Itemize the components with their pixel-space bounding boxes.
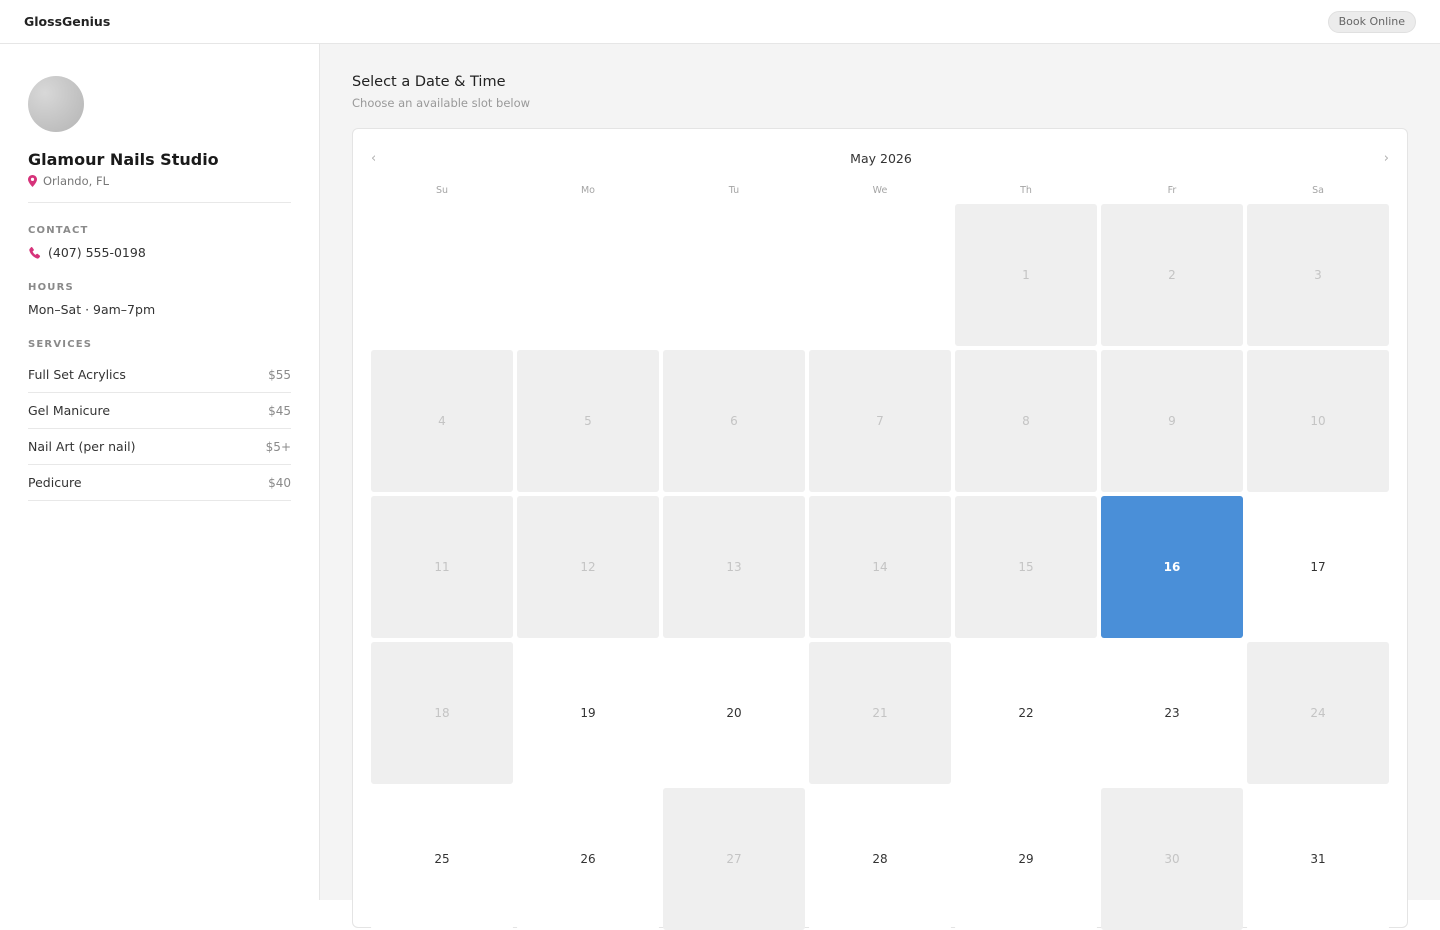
weekday-label: Mo: [580, 185, 595, 196]
weekday-label: Tu: [728, 185, 740, 196]
services-list: Full Set Acrylics $55 Gel Manicure $45 N…: [28, 357, 291, 501]
calendar-day: 30: [1101, 788, 1243, 930]
calendar-day: 10: [1247, 350, 1389, 492]
weekday-label: We: [872, 185, 888, 196]
booking-main: Select a Date & Time Choose an available…: [320, 44, 1440, 930]
calendar-empty-cell: [809, 204, 951, 346]
calendar-empty-cell: [371, 204, 513, 346]
business-sidebar: Glamour Nails Studio Orlando, FL CONTACT…: [0, 44, 320, 900]
service-item[interactable]: Nail Art (per nail) $5+: [28, 429, 291, 465]
calendar-day[interactable]: 29: [955, 788, 1097, 930]
service-name: Pedicure: [28, 475, 82, 490]
service-name: Nail Art (per nail): [28, 439, 136, 454]
page-title: Select a Date & Time: [352, 74, 506, 90]
calendar-day: 5: [517, 350, 659, 492]
calendar-card: ‹ May 2026 › Su Mo Tu We Th Fr Sa 123456…: [352, 128, 1408, 930]
service-price: $5+: [265, 439, 291, 454]
phone-number: (407) 555-0198: [48, 245, 146, 260]
calendar-day: 9: [1101, 350, 1243, 492]
weekday-label: Su: [435, 185, 449, 196]
calendar-empty-cell: [663, 204, 805, 346]
calendar-day[interactable]: 17: [1247, 496, 1389, 638]
page-subtitle: Choose an available slot below: [352, 96, 531, 110]
phone-icon: [29, 246, 41, 259]
services-label: SERVICES: [28, 339, 93, 350]
calendar-day: 7: [809, 350, 951, 492]
calendar-day[interactable]: 20: [663, 642, 805, 784]
calendar-day[interactable]: 25: [371, 788, 513, 930]
calendar-day: 18: [371, 642, 513, 784]
month-label: May 2026: [850, 151, 912, 166]
service-price: $40: [268, 475, 291, 490]
contact-label: CONTACT: [28, 225, 89, 236]
weekday-label: Fr: [1167, 185, 1177, 196]
weekday-label: Th: [1020, 185, 1032, 196]
calendar-day: 12: [517, 496, 659, 638]
calendar-day: 13: [663, 496, 805, 638]
calendar-day: 27: [663, 788, 805, 930]
service-item[interactable]: Pedicure $40: [28, 465, 291, 501]
service-item[interactable]: Full Set Acrylics $55: [28, 357, 291, 393]
book-online-button[interactable]: Book Online: [1327, 11, 1416, 33]
calendar-day[interactable]: 23: [1101, 642, 1243, 784]
weekday-label: Sa: [1312, 185, 1324, 196]
brand-logo[interactable]: GlossGenius: [24, 14, 110, 29]
contact-phone[interactable]: (407) 555-0198: [28, 245, 146, 260]
calendar-day: 15: [955, 496, 1097, 638]
business-avatar: [28, 76, 84, 132]
divider: [28, 202, 291, 203]
weekday-header: Su Mo Tu We Th Fr Sa: [371, 185, 1389, 196]
calendar-day: 1: [955, 204, 1097, 346]
service-price: $55: [268, 367, 291, 382]
calendar-empty-cell: [517, 204, 659, 346]
calendar-day[interactable]: 31: [1247, 788, 1389, 930]
location-pin-icon: [28, 175, 37, 187]
calendar-day[interactable]: 22: [955, 642, 1097, 784]
calendar-day: 2: [1101, 204, 1243, 346]
service-name: Full Set Acrylics: [28, 367, 126, 382]
top-bar: GlossGenius Book Online: [0, 0, 1440, 44]
hours-text: Mon–Sat · 9am–7pm: [28, 302, 156, 317]
location-text: Orlando, FL: [43, 174, 109, 188]
calendar-day: 11: [371, 496, 513, 638]
calendar-day: 4: [371, 350, 513, 492]
service-name: Gel Manicure: [28, 403, 111, 418]
calendar-day: 14: [809, 496, 951, 638]
business-name: Glamour Nails Studio: [28, 150, 219, 169]
calendar-day: 21: [809, 642, 951, 784]
calendar-day[interactable]: 28: [809, 788, 951, 930]
calendar-day[interactable]: 26: [517, 788, 659, 930]
business-location: Orlando, FL: [28, 174, 109, 188]
service-item[interactable]: Gel Manicure $45: [28, 393, 291, 429]
calendar-day-selected[interactable]: 16: [1101, 496, 1243, 638]
calendar-day: 8: [955, 350, 1097, 492]
hours-label: HOURS: [28, 282, 74, 293]
next-month-icon[interactable]: ›: [1384, 151, 1389, 166]
calendar-day: 24: [1247, 642, 1389, 784]
calendar-day[interactable]: 19: [517, 642, 659, 784]
calendar-day: 3: [1247, 204, 1389, 346]
calendar-grid: 1 2 3 4 5 6 7 8 9 10 11 12 13 14 15 16 17 18 19 20 21 22 23 24 2…: [371, 204, 1389, 930]
calendar-day: 6: [663, 350, 805, 492]
service-price: $45: [268, 403, 291, 418]
